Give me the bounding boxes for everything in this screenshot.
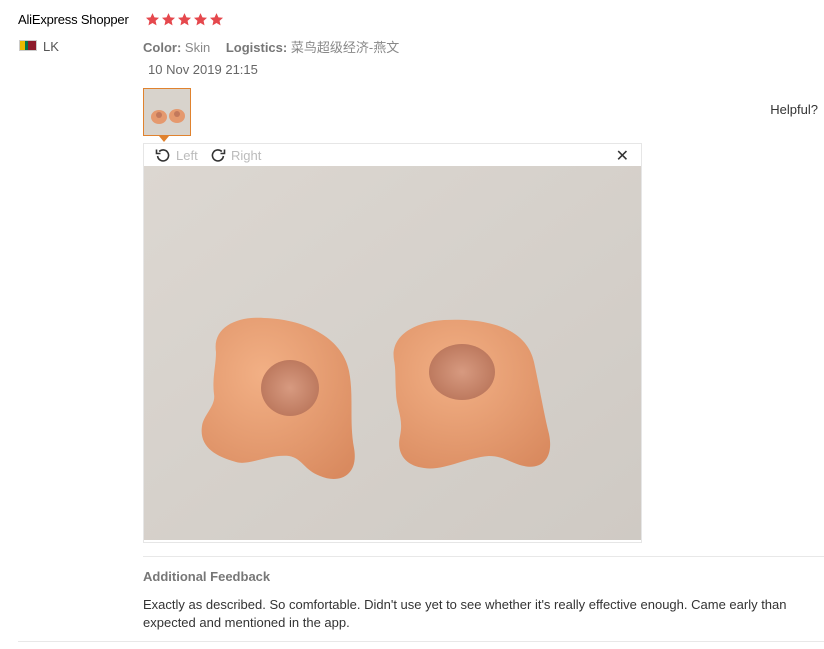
additional-feedback-text: Exactly as described. So comfortable. Di… <box>143 597 787 630</box>
review-photo <box>144 166 641 540</box>
rotate-right-label: Right <box>231 147 262 163</box>
star-icon <box>177 13 192 26</box>
viewer-toolbar: Left Right ✕ <box>144 144 641 166</box>
buyer-name: AliExpress Shopper <box>18 12 129 27</box>
photo-viewer: Left Right ✕ <box>143 143 642 543</box>
thumbnail-image <box>144 89 190 135</box>
star-icon <box>193 13 208 26</box>
divider <box>143 556 824 557</box>
star-rating <box>145 12 224 27</box>
color-value: Skin <box>184 40 211 55</box>
rotate-left-icon <box>155 149 170 162</box>
rotate-left-button[interactable]: Left <box>155 147 198 163</box>
country-code: LK <box>43 39 59 54</box>
product-attributes: Color: Skin Logistics: 菜鸟超级经济-燕文 <box>143 37 411 56</box>
helpful-button[interactable]: Helpful? <box>770 102 818 117</box>
review-date: 10 Nov 2019 21:15 <box>148 62 258 77</box>
review-photo-thumbnail[interactable] <box>143 88 191 136</box>
additional-feedback-title: Additional Feedback <box>143 569 271 584</box>
rotate-right-button[interactable]: Right <box>210 147 261 163</box>
logistics-key: Logistics: <box>225 40 288 55</box>
divider <box>18 641 824 642</box>
star-icon <box>161 13 176 26</box>
rotate-left-label: Left <box>176 147 198 163</box>
star-icon <box>145 13 160 26</box>
logistics-value: 菜鸟超级经济-燕文 <box>290 40 400 55</box>
star-icon <box>209 13 224 26</box>
close-icon[interactable]: ✕ <box>616 146 629 166</box>
thumbnail-active-indicator <box>159 136 169 142</box>
rotate-right-icon <box>211 149 226 162</box>
color-key: Color: <box>143 40 182 55</box>
flag-icon <box>19 40 37 51</box>
